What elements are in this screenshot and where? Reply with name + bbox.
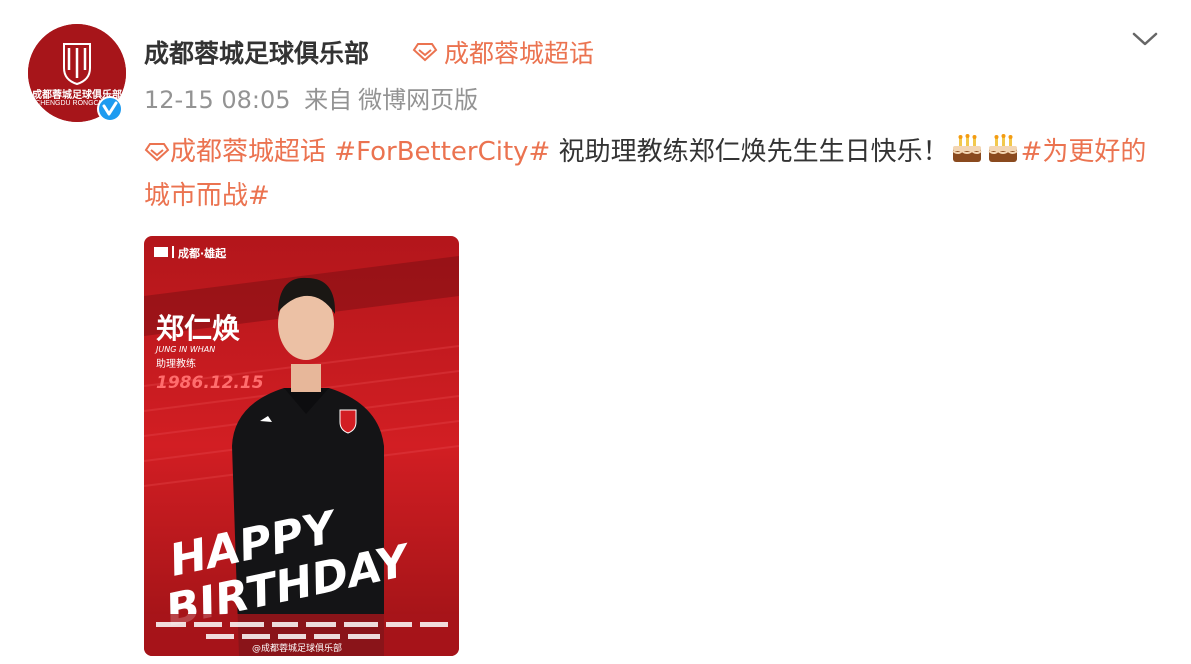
cake-icon bbox=[952, 134, 982, 162]
poster-brand-header: 成都·雄起 bbox=[178, 246, 227, 260]
diamond-icon bbox=[144, 143, 170, 162]
post-text: 祝助理教练郑仁焕先生生日快乐！ bbox=[558, 137, 949, 167]
author-name[interactable]: 成都蓉城足球俱乐部 bbox=[144, 34, 369, 70]
birthday-poster-graphic: 成都·雄起 郑仁焕 JUNG IN WHAN 助理教练 1986.12.15 H… bbox=[144, 236, 459, 656]
post-image-poster[interactable]: 成都·雄起 郑仁焕 JUNG IN WHAN 助理教练 1986.12.15 H… bbox=[144, 236, 459, 656]
source-name: 微博网页版 bbox=[358, 86, 479, 114]
post-content: 成都蓉城超话 #ForBetterCity# 祝助理教练郑仁焕先生生日快乐！ #为… bbox=[144, 130, 1154, 218]
poster-player-name: 郑仁焕 bbox=[156, 312, 240, 345]
hashtag-forbettercity[interactable]: #ForBetterCity# bbox=[334, 137, 550, 167]
content-topic-label: 成都蓉城超话 bbox=[170, 137, 327, 167]
poster-role: 助理教练 bbox=[156, 357, 196, 370]
chevron-down-icon[interactable] bbox=[1130, 28, 1160, 50]
poster-birthdate: 1986.12.15 bbox=[156, 373, 264, 393]
super-topic-label: 成都蓉城超话 bbox=[444, 39, 595, 68]
poster-watermark: @成都蓉城足球俱乐部 bbox=[252, 642, 342, 654]
diamond-icon bbox=[412, 43, 438, 62]
cake-icon bbox=[988, 134, 1018, 162]
post-timestamp[interactable]: 12-15 08:05 bbox=[144, 86, 291, 114]
content-topic-link[interactable]: 成都蓉城超话 bbox=[144, 137, 326, 167]
post-meta: 12-15 08:05 来自 微博网页版 bbox=[144, 80, 484, 115]
verified-badge-icon bbox=[97, 96, 123, 122]
source-prefix: 来自 bbox=[304, 86, 353, 114]
super-topic-link[interactable]: 成都蓉城超话 bbox=[412, 34, 594, 70]
poster-player-name-en: JUNG IN WHAN bbox=[154, 345, 215, 354]
